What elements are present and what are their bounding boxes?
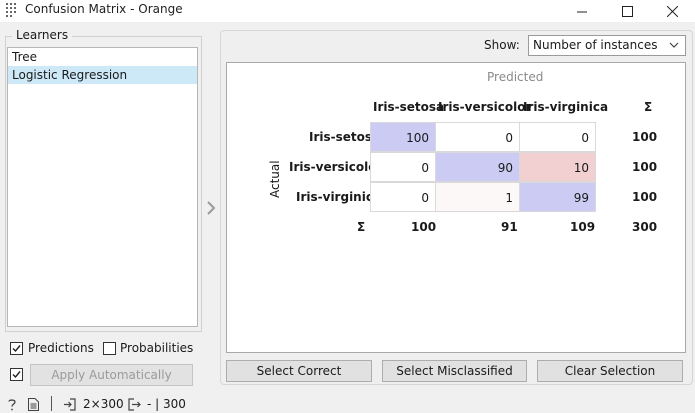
show-label: Show:: [484, 38, 520, 52]
column-header-setosa: Iris-setosa: [373, 100, 445, 114]
input-icon: [64, 398, 76, 411]
row-total-versicolor: 100: [632, 160, 658, 174]
matrix-cell[interactable]: 10: [519, 152, 596, 182]
predictions-label: Predictions: [28, 341, 94, 355]
show-select-value: Number of instances: [533, 38, 658, 52]
chevron-right-icon[interactable]: [204, 200, 218, 216]
orange-grid-icon: [6, 3, 16, 17]
output-icon: [128, 398, 141, 411]
column-header-versicolor: Iris-versicolor: [438, 100, 532, 114]
matrix-cell[interactable]: 100: [370, 122, 436, 152]
row-total-virginica: 100: [632, 190, 658, 204]
show-select[interactable]: Number of instances: [528, 35, 686, 56]
row-total-setosa: 100: [632, 130, 658, 144]
column-total-versicolor: 91: [501, 220, 518, 234]
column-header-virginica: Iris-virginica: [523, 100, 609, 114]
learners-group-title: Learners: [12, 28, 73, 42]
matrix-cell[interactable]: 1: [435, 182, 520, 212]
matrix-cell[interactable]: 90: [435, 152, 520, 182]
row-header-versicolor: Iris-versicolor: [289, 160, 383, 174]
row-sum-header: Σ: [644, 100, 653, 114]
matrix-cell[interactable]: 0: [435, 122, 520, 152]
status-bar: 2×300 - | 300: [0, 395, 695, 413]
actual-axis-label: Actual: [268, 160, 282, 198]
help-icon[interactable]: [7, 398, 17, 411]
column-total-virginica: 109: [570, 220, 596, 234]
grand-total: 300: [632, 220, 658, 234]
minimize-button[interactable]: [560, 0, 605, 22]
chevron-down-icon: [669, 42, 679, 48]
select-misclassified-button[interactable]: Select Misclassified: [382, 360, 527, 382]
learner-item-logistic-regression[interactable]: Logistic Regression: [8, 66, 197, 84]
checkmark-icon: [12, 345, 21, 353]
row-header-virginica: Iris-virginica: [296, 190, 382, 204]
predictions-checkbox[interactable]: [10, 342, 23, 355]
close-icon: [667, 5, 678, 17]
window-title: Confusion Matrix - Orange: [25, 2, 183, 16]
predicted-axis-label: Predicted: [487, 70, 544, 84]
report-icon[interactable]: [28, 398, 39, 411]
matrix-cell[interactable]: 0: [370, 182, 436, 212]
column-total-setosa: 100: [411, 220, 437, 234]
learners-list[interactable]: Tree Logistic Regression: [7, 47, 198, 327]
maximize-icon: [622, 5, 633, 17]
auto-apply-checkbox[interactable]: [10, 368, 23, 381]
column-sum-header: Σ: [357, 220, 366, 234]
probabilities-checkbox[interactable]: [103, 342, 116, 355]
matrix-cell[interactable]: 0: [370, 152, 436, 182]
output-summary: - | 300: [147, 397, 186, 411]
minimize-icon: [577, 11, 587, 12]
matrix-cell[interactable]: 0: [519, 122, 596, 152]
status-divider: [51, 396, 52, 411]
maximize-button[interactable]: [605, 0, 650, 22]
select-correct-button[interactable]: Select Correct: [226, 360, 372, 382]
close-button[interactable]: [650, 0, 695, 22]
title-bar: Confusion Matrix - Orange: [0, 0, 695, 22]
checkmark-icon: [12, 371, 21, 379]
apply-button[interactable]: Apply Automatically: [30, 364, 193, 386]
probabilities-label: Probabilities: [120, 341, 194, 355]
clear-selection-button[interactable]: Clear Selection: [537, 360, 683, 382]
matrix-cell[interactable]: 99: [519, 182, 596, 212]
input-summary: 2×300: [83, 397, 124, 411]
learner-item-tree[interactable]: Tree: [8, 48, 197, 66]
